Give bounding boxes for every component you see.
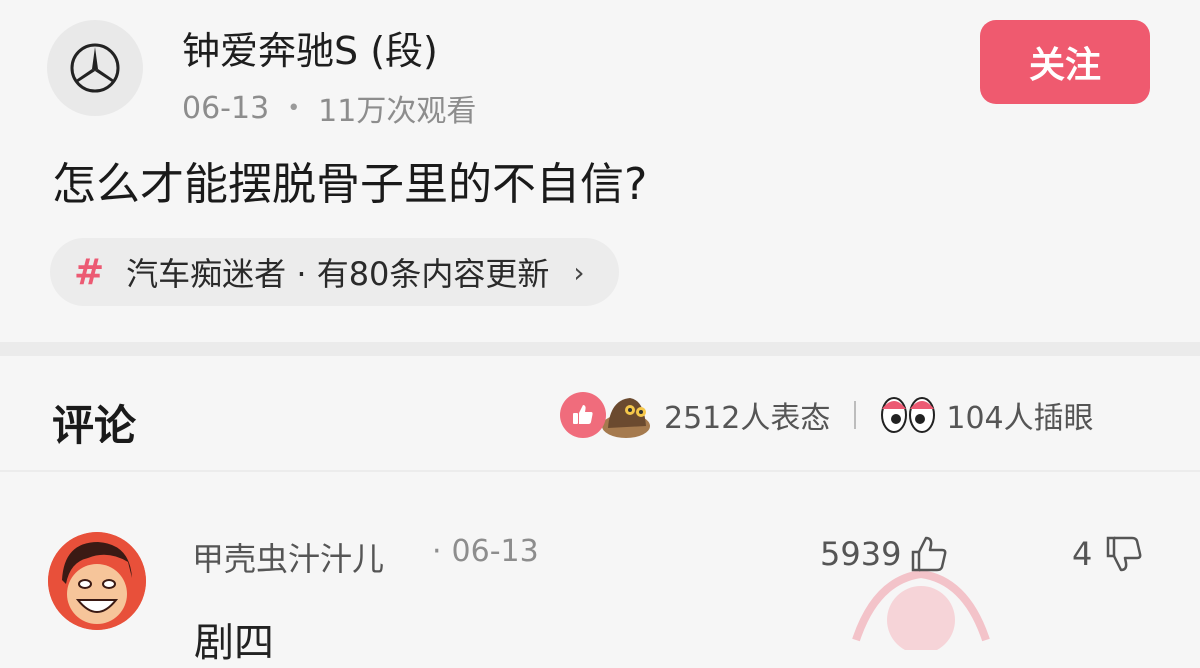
follow-button[interactable]: 关注 xyxy=(980,20,1150,104)
commenter-avatar[interactable] xyxy=(48,532,146,630)
topic-text: 汽车痴迷者 · 有80条内容更新 xyxy=(126,255,550,293)
peek-eyes-icon xyxy=(881,397,936,433)
author-name[interactable]: 钟爱奔驰S (段) xyxy=(182,20,438,75)
chevron-right-icon: › xyxy=(573,255,585,289)
thumbs-up-outline-icon xyxy=(912,536,947,572)
post-question: 怎么才能摆脱骨子里的不自信? xyxy=(52,159,648,210)
reactions-summary[interactable]: 2512人表态 104人插眼 xyxy=(560,387,1094,443)
post-date: 06-13 xyxy=(182,90,270,126)
topic-chip[interactable]: # 汽车痴迷者 · 有80条内容更新 › xyxy=(50,238,619,306)
post-meta: 06-13 • 11万次观看 xyxy=(182,86,476,130)
like-button[interactable]: 5939 xyxy=(820,532,951,576)
comments-title: 评论 xyxy=(52,401,137,450)
comment-date-wrap: · 06-13 xyxy=(432,534,539,569)
cartoon-face-avatar-icon xyxy=(48,532,146,630)
section-separator xyxy=(0,342,1200,356)
thumbs-down-outline-icon xyxy=(1107,536,1142,572)
thumbs-up-reaction-icon xyxy=(560,392,606,438)
mole-reaction-icon xyxy=(602,398,650,438)
author-avatar[interactable] xyxy=(47,20,143,116)
meta-separator-dot: · xyxy=(432,534,442,569)
reactions-divider xyxy=(854,401,857,429)
reactions-count: 2512人表态 xyxy=(664,401,831,436)
mercedes-logo-icon xyxy=(70,43,120,93)
post-views: 11万次观看 xyxy=(318,94,477,129)
comment-text: 剧四 xyxy=(194,620,274,666)
peek-count: 104人插眼 xyxy=(946,401,1094,436)
meta-separator-dot: • xyxy=(287,95,301,121)
hash-icon: # xyxy=(74,251,105,293)
dislike-button[interactable]: 4 xyxy=(1072,532,1146,576)
like-count: 5939 xyxy=(820,535,902,573)
comment-date: 06-13 xyxy=(451,534,539,569)
comments-divider xyxy=(0,470,1200,472)
commenter-name[interactable]: 甲壳虫汁汁儿 xyxy=(192,534,384,580)
dislike-count: 4 xyxy=(1072,535,1093,573)
